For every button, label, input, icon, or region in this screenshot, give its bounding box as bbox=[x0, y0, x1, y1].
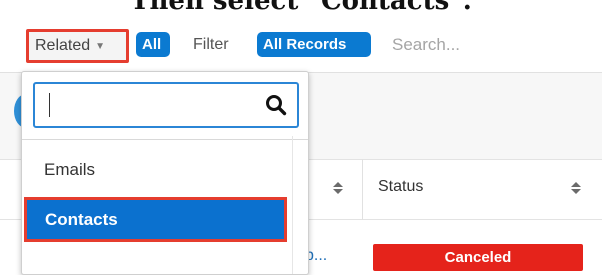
list-toolbar: Related ▼ All Filter All Records bbox=[0, 20, 602, 74]
filter-label: Filter bbox=[193, 36, 229, 53]
column-divider bbox=[362, 159, 363, 220]
sort-icon[interactable] bbox=[570, 182, 582, 196]
all-filter-pill[interactable]: All bbox=[136, 32, 170, 57]
dropdown-search-input[interactable] bbox=[35, 84, 279, 126]
related-label: Related bbox=[35, 37, 91, 54]
search-icon[interactable] bbox=[265, 94, 287, 116]
dropdown-item-emails[interactable]: Emails bbox=[22, 144, 308, 196]
chevron-down-icon: ▼ bbox=[95, 40, 106, 52]
text-cursor bbox=[49, 93, 50, 117]
related-dropdown-button[interactable]: Related ▼ bbox=[26, 29, 129, 63]
all-records-pill[interactable]: All Records bbox=[257, 32, 371, 57]
dropdown-item-contacts[interactable]: Contacts bbox=[24, 197, 287, 242]
dropdown-scrollbar[interactable] bbox=[292, 136, 293, 274]
dropdown-divider bbox=[22, 139, 308, 140]
status-badge: Canceled bbox=[373, 244, 583, 271]
sort-icon[interactable] bbox=[332, 182, 344, 196]
dropdown-search-box[interactable] bbox=[33, 82, 299, 128]
related-dropdown-menu: Emails Contacts bbox=[21, 71, 309, 275]
search-input[interactable] bbox=[380, 32, 602, 57]
page-heading: Then select "Contacts". bbox=[130, 0, 472, 16]
status-column-header[interactable]: Status bbox=[378, 178, 423, 196]
